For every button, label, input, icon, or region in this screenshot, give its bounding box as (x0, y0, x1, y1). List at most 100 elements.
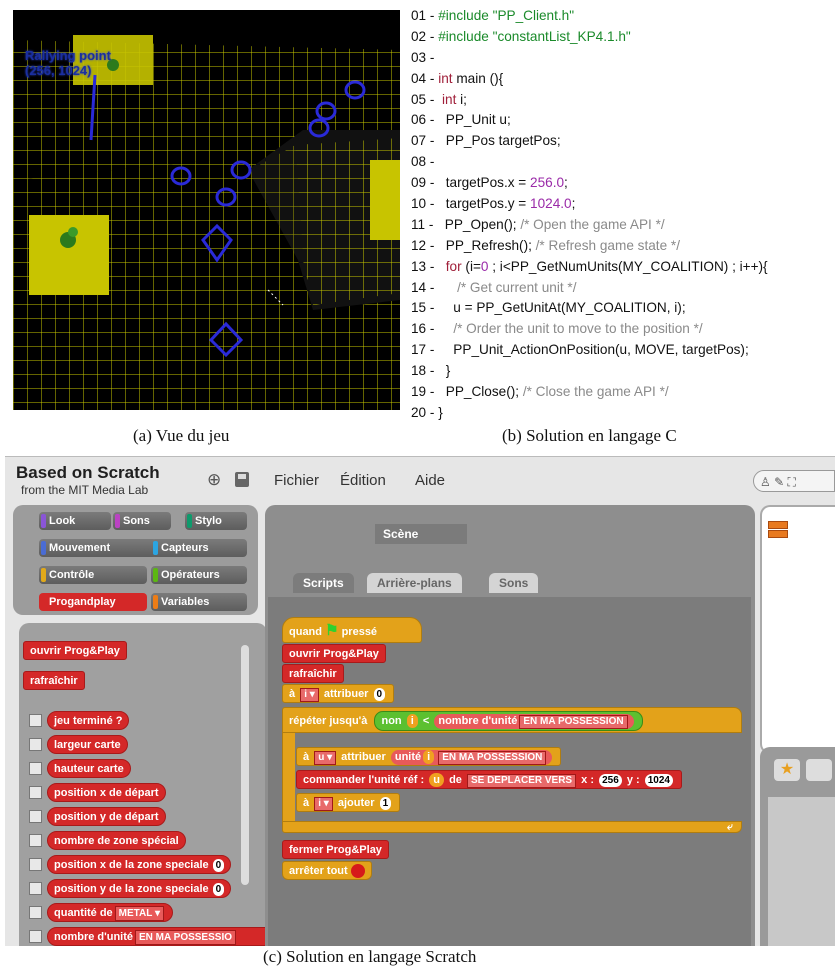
block-nbunit[interactable]: nombre d'unité EN MA POSSESSIO (47, 927, 269, 946)
var-i-reporter[interactable]: i (406, 714, 418, 728)
code-line: 13 - for (i=0 ; i<PP_GetNumUnits(MY_COAL… (411, 257, 831, 278)
action-dropdown[interactable]: SE DEPLACER VERS (466, 774, 577, 788)
folder-sprite-icon[interactable] (806, 759, 832, 781)
menu-edition[interactable]: Édition (340, 472, 386, 489)
category-look[interactable]: Look (39, 512, 111, 530)
metal-dropdown[interactable]: METAL ▾ (114, 906, 164, 921)
tab-sons[interactable]: Sons (489, 573, 539, 593)
var-i-dropdown[interactable]: i ▾ (300, 688, 319, 702)
enma-dropdown-1[interactable]: EN MA POSSESSION (519, 715, 628, 729)
category-color-swatch (115, 514, 120, 528)
block-quantite[interactable]: quantité de METAL ▾ (47, 903, 173, 922)
y-value[interactable]: 1024 (644, 774, 673, 787)
block-posx[interactable]: position x de départ (47, 783, 166, 802)
line-number: 15 - (411, 300, 439, 316)
checkbox-zonex[interactable] (29, 858, 42, 871)
change-i-value[interactable]: 1 (379, 797, 392, 810)
checkbox-posx[interactable] (29, 786, 42, 799)
var-u-reporter[interactable]: u (429, 773, 444, 787)
category-capteurs[interactable]: Capteurs (151, 539, 247, 557)
block-rafraichir[interactable]: rafraîchir (23, 671, 85, 690)
block-ouvrir-script[interactable]: ouvrir Prog&Play (282, 644, 386, 663)
checkbox-quantite[interactable] (29, 906, 42, 919)
block-when-flag[interactable]: quand ⚑ pressé (282, 617, 422, 643)
fullscreen-icon[interactable]: ⛶ (788, 475, 796, 489)
code-line: 04 - int main (){ (411, 69, 831, 90)
line-number: 12 - (411, 237, 439, 253)
menu-aide[interactable]: Aide (415, 472, 445, 489)
block-repeat-until[interactable]: répéter jusqu'à non i < nombre d'unité EN… (282, 707, 742, 733)
stage-var-display-2 (768, 530, 788, 538)
block-largeur[interactable]: largeur carte (47, 735, 128, 754)
tools-icon[interactable]: ✎ (774, 475, 784, 489)
metal-value: METAL (118, 908, 153, 919)
ajouter-label: ajouter (337, 797, 375, 809)
line-number: 02 - (411, 28, 439, 44)
stage-area[interactable] (760, 505, 835, 754)
app-subtitle: from the MIT Media Lab (21, 483, 149, 497)
palette-scrollbar[interactable] (241, 645, 249, 885)
tab-arriere-plans[interactable]: Arrière-plans (367, 573, 462, 593)
block-rafraichir-script[interactable]: rafraîchir (282, 664, 344, 683)
line-number: 04 - (411, 70, 439, 86)
checkbox-largeur[interactable] (29, 738, 42, 751)
save-disk-icon[interactable] (235, 472, 249, 487)
zoney-value[interactable]: 0 (212, 883, 225, 896)
code-token: int (441, 91, 457, 107)
checkbox-hauteur[interactable] (29, 762, 42, 775)
category-sons[interactable]: Sons (113, 512, 171, 530)
zonex-value[interactable]: 0 (212, 859, 225, 872)
checkbox-posy[interactable] (29, 810, 42, 823)
zonex-label: position x de la zone speciale (54, 859, 209, 871)
code-line: 02 - #include "constantList_KP4.1.h" (411, 27, 831, 48)
block-set-i[interactable]: à i ▾ attribuer 0 (282, 684, 395, 703)
code-token: for (445, 258, 462, 274)
caption-c: (c) Solution en langage Scratch (263, 947, 477, 966)
category-progandplay[interactable]: Progandplay (39, 593, 147, 611)
enma-dropdown-2[interactable]: EN MA POSSESSION (438, 751, 547, 765)
line-number: 14 - (411, 279, 439, 295)
checkbox-jeu-termine[interactable] (29, 714, 42, 727)
block-hauteur[interactable]: hauteur carte (47, 759, 131, 778)
rally-point-label: Rallying point (256, 1024) (25, 48, 111, 78)
var-i-dropdown-2[interactable]: i ▾ (314, 797, 333, 811)
unite-label: unité (394, 751, 422, 763)
checkbox-nbzone[interactable] (29, 834, 42, 847)
code-token: ; (564, 175, 568, 191)
block-posy[interactable]: position y de départ (47, 807, 166, 826)
block-zoney[interactable]: position y de la zone speciale 0 (47, 879, 232, 898)
code-line: 06 - PP_Unit u; (411, 110, 831, 131)
var-u-dropdown[interactable]: u ▾ (314, 751, 337, 765)
block-jeu-termine[interactable]: jeu terminé ? (47, 711, 130, 730)
category-variables[interactable]: Variables (151, 593, 247, 611)
x-value[interactable]: 256 (599, 774, 622, 787)
menu-fichier[interactable]: Fichier (274, 472, 319, 489)
category-contrôle[interactable]: Contrôle (39, 566, 147, 584)
category-opérateurs[interactable]: Opérateurs (151, 566, 247, 584)
checkbox-nbunit[interactable] (29, 930, 42, 943)
block-change-i[interactable]: à i ▾ ajouter 1 (296, 793, 401, 812)
paint-sprite-icon[interactable]: ★ (774, 759, 800, 781)
block-fermer[interactable]: fermer Prog&Play (282, 840, 389, 859)
reporter-unite[interactable]: unité i EN MA POSSESSION (390, 750, 553, 765)
category-mouvement[interactable]: Mouvement (39, 539, 157, 557)
code-line: 20 - } (411, 403, 831, 424)
tab-scripts[interactable]: Scripts (293, 573, 354, 593)
possession-dropdown[interactable]: EN MA POSSESSIO (135, 930, 236, 945)
block-set-u[interactable]: à u ▾ attribuer unité i EN MA POSSESSION (296, 747, 562, 766)
block-nbzone[interactable]: nombre de zone spécial (47, 831, 186, 850)
toolbar-tools[interactable]: ♙ ✎ ⛶ (753, 470, 835, 492)
block-arreter[interactable]: arrêter tout (282, 861, 372, 880)
scripts-area[interactable]: quand ⚑ pressé ouvrir Prog&Play rafraîch… (268, 597, 751, 946)
checkbox-zoney[interactable] (29, 882, 42, 895)
var-i-reporter-2[interactable]: i (423, 750, 435, 764)
user-icon[interactable]: ♙ (760, 475, 771, 489)
category-stylo[interactable]: Stylo (185, 512, 247, 530)
language-globe-icon[interactable]: ⊕ (207, 471, 224, 488)
block-zonex[interactable]: position x de la zone speciale 0 (47, 855, 232, 874)
reporter-nbunit[interactable]: nombre d'unité EN MA POSSESSION (434, 714, 634, 729)
block-commander[interactable]: commander l'unité réf : u de SE DEPLACER… (296, 770, 682, 789)
block-ouvrir[interactable]: ouvrir Prog&Play (23, 641, 127, 660)
operator-non[interactable]: non i < nombre d'unité EN MA POSSESSION (374, 711, 643, 731)
set-i-value[interactable]: 0 (373, 688, 386, 701)
